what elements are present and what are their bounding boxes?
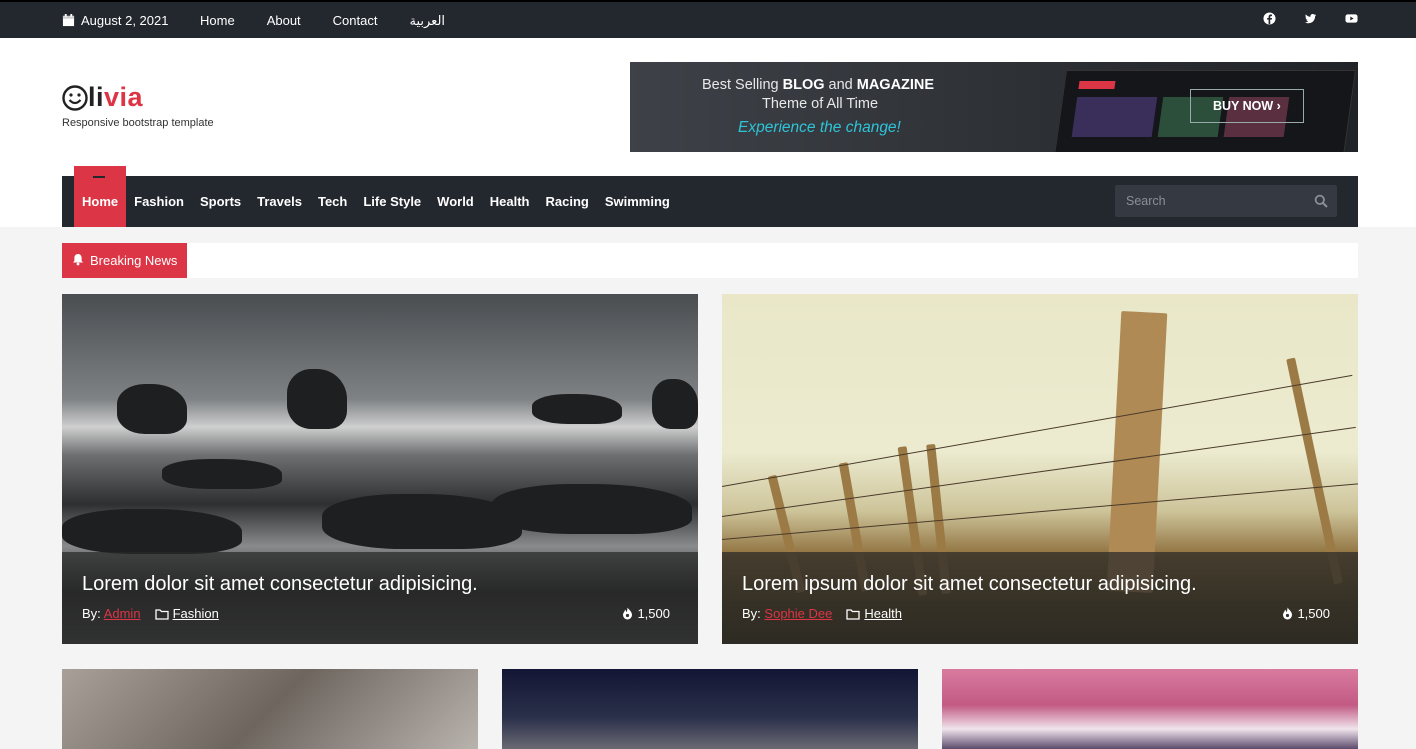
post-author-link[interactable]: Sophie Dee (764, 606, 832, 621)
featured-post-2[interactable]: Lorem ipsum dolor sit amet consectetur a… (722, 294, 1358, 644)
nav-item-life-style[interactable]: Life Style (355, 176, 429, 227)
nav-item-tech[interactable]: Tech (310, 176, 355, 227)
banner-line2: Theme of All Time (762, 96, 879, 112)
featured-post-1[interactable]: Lorem dolor sit amet consectetur adipisi… (62, 294, 698, 644)
smiley-logo-icon (62, 84, 88, 111)
logo-accent: via (104, 82, 144, 112)
top-link-contact[interactable]: Contact (333, 13, 378, 29)
post-title[interactable]: Lorem ipsum dolor sit amet consectetur a… (742, 573, 1197, 596)
top-bar: August 2, 2021 Home About Contact العربي… (0, 0, 1416, 38)
ad-banner[interactable]: Best Selling BLOG and MAGAZINE Theme of … (630, 62, 1358, 152)
main-nav: Home Fashion Sports Travels Tech Life St… (62, 166, 1358, 227)
post-thumbnail-1[interactable] (62, 669, 478, 749)
nav-item-racing[interactable]: Racing (537, 176, 596, 227)
fire-icon (623, 607, 633, 620)
post-views: 1,500 (622, 606, 670, 621)
site-logo[interactable]: li via Responsive bootstrap template (62, 82, 214, 129)
breaking-news-bar: Breaking News (62, 243, 1358, 278)
banner-line3: Experience the change! (738, 119, 901, 136)
post-overlay: Lorem dolor sit amet consectetur adipisi… (62, 552, 698, 644)
post-category-link[interactable]: Fashion (173, 606, 219, 621)
banner-line1: Best Selling BLOG and MAGAZINE (702, 77, 935, 93)
post-overlay: Lorem ipsum dolor sit amet consectetur a… (722, 552, 1358, 644)
post-category-link[interactable]: Health (864, 606, 902, 621)
post-author-meta: By: Admin (82, 606, 141, 621)
nav-item-sports[interactable]: Sports (192, 176, 249, 227)
nav-item-travels[interactable]: Travels (249, 176, 310, 227)
facebook-icon[interactable] (1263, 12, 1276, 25)
top-link-arabic[interactable]: العربية (409, 13, 445, 29)
post-author-meta: By: Sophie Dee (742, 606, 833, 621)
nav-item-home[interactable]: Home (74, 166, 127, 227)
breaking-news-label: Breaking News (62, 243, 188, 278)
twitter-icon[interactable] (1304, 12, 1317, 25)
fire-icon (1283, 607, 1293, 620)
post-author-link[interactable]: Admin (104, 606, 141, 621)
search-input[interactable] (1126, 194, 1306, 208)
post-thumbnail-3[interactable] (942, 669, 1358, 749)
youtube-icon[interactable] (1345, 12, 1358, 25)
top-link-home[interactable]: Home (200, 13, 235, 29)
nav-item-health[interactable]: Health (482, 176, 538, 227)
post-views: 1,500 (1282, 606, 1330, 621)
search-icon[interactable] (1314, 194, 1328, 208)
top-link-about[interactable]: About (267, 13, 301, 29)
bell-icon (73, 254, 83, 266)
date-display: August 2, 2021 (62, 13, 168, 28)
calendar-icon (62, 14, 75, 27)
nav-item-fashion[interactable]: Fashion (126, 176, 192, 227)
folder-icon (154, 608, 169, 620)
logo-tagline: Responsive bootstrap template (62, 117, 214, 129)
post-thumbnail-2[interactable] (502, 669, 918, 749)
folder-icon (846, 608, 861, 620)
nav-item-world[interactable]: World (429, 176, 482, 227)
buy-now-button[interactable]: BUY NOW › (1190, 89, 1304, 123)
logo-prefix: li (88, 82, 105, 112)
nav-item-swimming[interactable]: Swimming (597, 176, 678, 227)
site-header: li via Responsive bootstrap template Best… (0, 38, 1416, 227)
post-title[interactable]: Lorem dolor sit amet consectetur adipisi… (82, 573, 478, 596)
date-text: August 2, 2021 (81, 13, 169, 28)
search-box (1115, 185, 1337, 217)
